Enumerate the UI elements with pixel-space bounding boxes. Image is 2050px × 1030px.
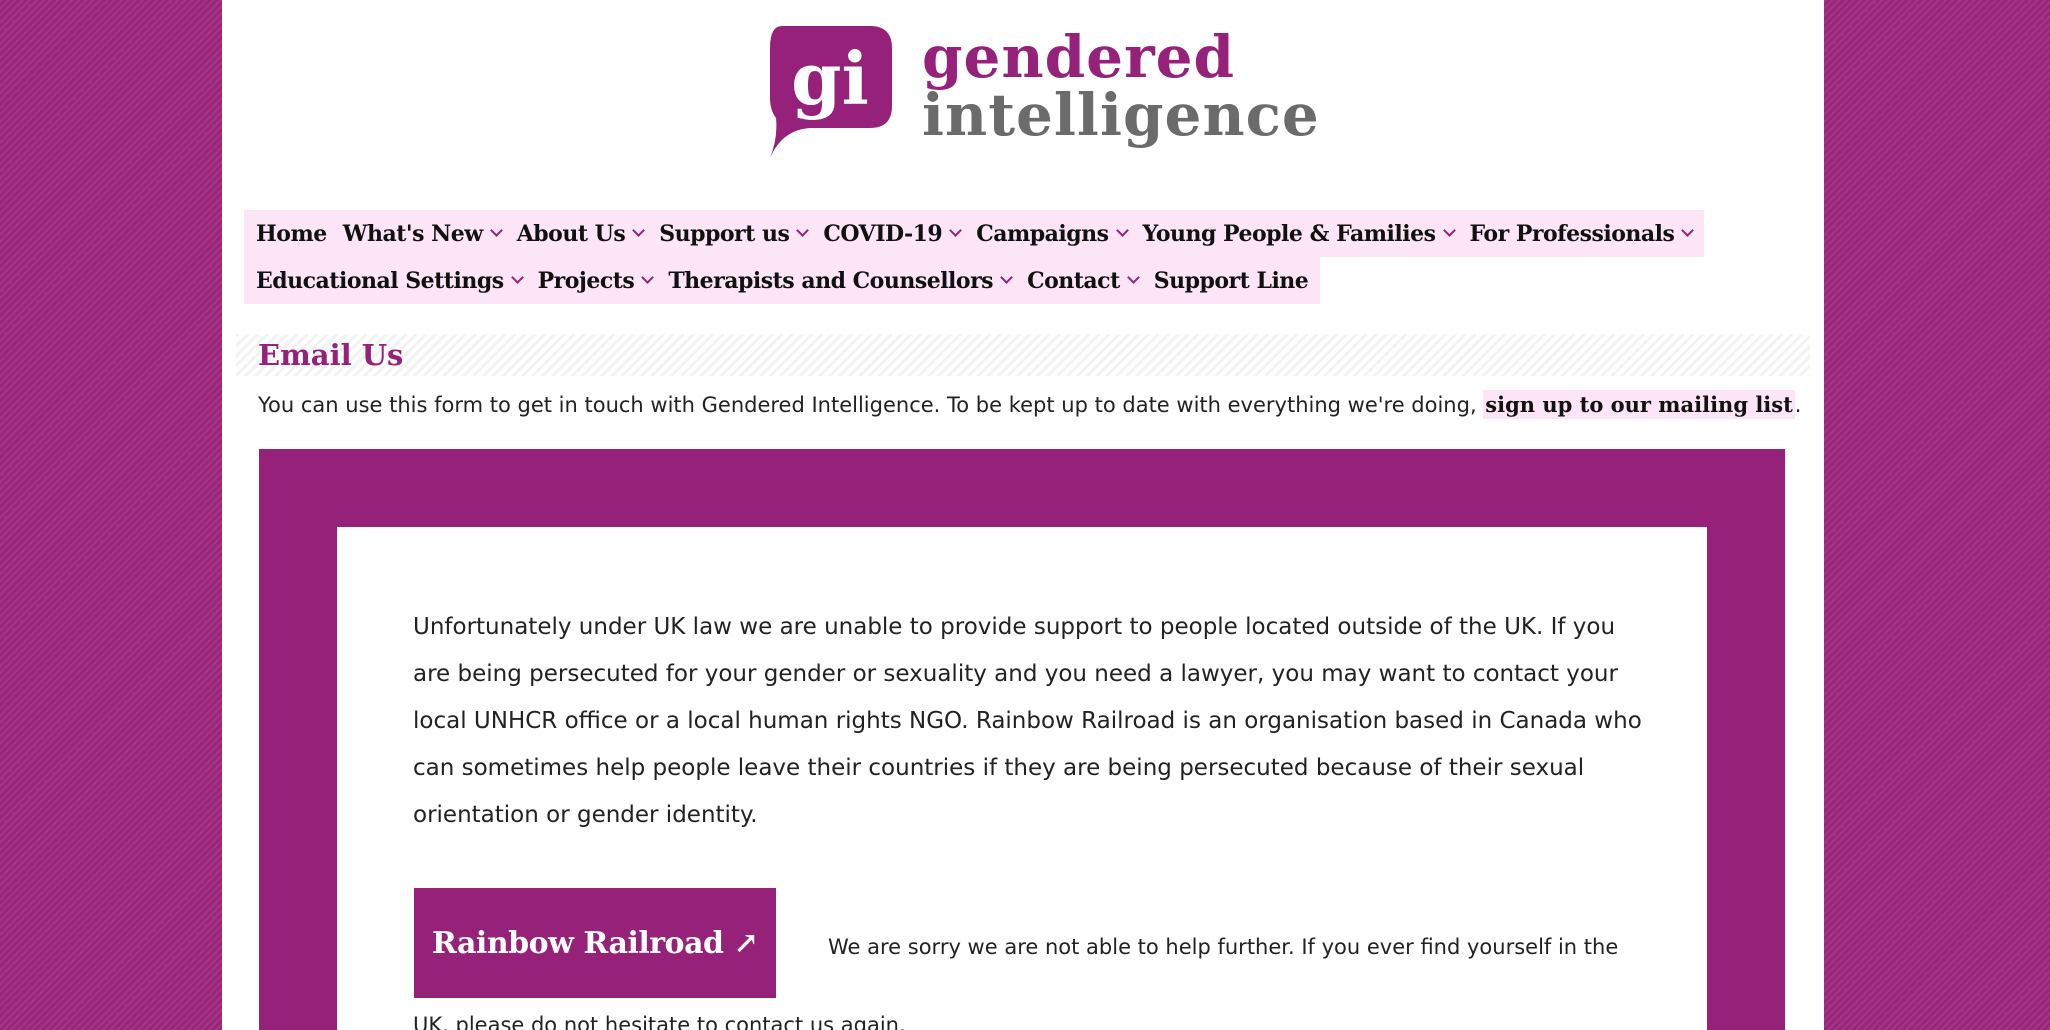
chevron-down-icon — [1000, 271, 1013, 284]
nav-item-label: About Us — [516, 220, 626, 247]
nav-item-label: Educational Settings — [256, 267, 504, 294]
chevron-down-icon — [796, 224, 810, 237]
nav-item-what-s-new[interactable]: What's New — [335, 210, 509, 257]
nav-item-label: Campaigns — [976, 220, 1109, 247]
nav-item-young-people-and-families[interactable]: Young People & Families — [1135, 210, 1462, 257]
logo-mark-text: gi — [791, 36, 869, 121]
rainbow-railroad-button[interactable]: Rainbow Railroad ↗ — [414, 888, 776, 998]
nav-bar-row-1: Home What's New About Us Support us COVID-19… — [244, 210, 1705, 257]
nav-item-about-us[interactable]: About Us — [509, 210, 652, 257]
nav-item-label: Support us — [659, 220, 790, 247]
page-title: Email Us — [258, 338, 404, 372]
mailing-list-link[interactable]: sign up to our mailing list — [1483, 390, 1795, 419]
chevron-down-icon — [1442, 224, 1456, 237]
logo-mark: gi — [770, 26, 892, 158]
chevron-down-icon — [1681, 224, 1695, 237]
nav-item-label: Home — [256, 220, 327, 247]
nav-item-therapists-and-counsellors[interactable]: Therapists and Counsellors — [660, 257, 1019, 304]
nav-item-label: What's New — [342, 220, 483, 247]
rainbow-railroad-label: Rainbow Railroad — [431, 925, 724, 961]
page-container: gi gendered intelligence Home What's New A… — [222, 0, 1824, 1030]
intro-end: . — [1794, 393, 1802, 417]
external-link-icon: ↗ — [733, 925, 759, 961]
logo-word-intelligence: intelligence — [922, 81, 1320, 149]
nav-item-campaigns[interactable]: Campaigns — [968, 210, 1134, 257]
heading-band — [236, 334, 1810, 376]
nav-item-support-us[interactable]: Support us — [651, 210, 815, 257]
chevron-down-icon — [632, 224, 646, 237]
chevron-down-icon — [949, 224, 963, 237]
chevron-down-icon — [510, 271, 524, 284]
nav-item-home[interactable]: Home — [248, 210, 335, 257]
nav-item-label: Contact — [1027, 267, 1120, 294]
nav-item-for-professionals[interactable]: For Professionals — [1462, 210, 1701, 257]
main-navigation: Home What's New About Us Support us COVID-19… — [244, 210, 1804, 304]
nav-item-label: COVID-19 — [823, 220, 943, 247]
nav-item-support-line[interactable]: Support Line — [1146, 257, 1317, 304]
intro-paragraph: You can use this form to get in touch wi… — [258, 388, 1801, 422]
chevron-down-icon — [641, 271, 655, 284]
site-logo[interactable]: gi gendered intelligence — [762, 18, 1322, 158]
nav-item-label: Projects — [537, 267, 635, 294]
nav-item-contact[interactable]: Contact — [1019, 257, 1146, 304]
notice-paragraph: Unfortunately under UK law we are unable… — [413, 614, 1642, 828]
logo-word-gendered: gendered — [922, 23, 1236, 91]
chevron-down-icon — [1115, 224, 1129, 237]
nav-row-1: Home What's New About Us Support us COVID-19… — [244, 210, 1804, 257]
nav-item-projects[interactable]: Projects — [530, 257, 661, 304]
sorry-text-line-1: We are sorry we are not able to help fur… — [828, 935, 1619, 959]
nav-item-label: For Professionals — [1469, 220, 1675, 247]
nav-item-label: Support Line — [1153, 267, 1309, 294]
nav-item-label: Therapists and Counsellors — [668, 267, 994, 294]
intro-text: You can use this form to get in touch wi… — [258, 393, 1484, 417]
nav-row-2: Educational Settings Projects Therapists a… — [244, 257, 1804, 304]
nav-item-educational-settings[interactable]: Educational Settings — [248, 257, 530, 304]
sorry-text-line-2: UK, please do not hesitate to contact us… — [413, 1013, 906, 1030]
nav-item-covid-19[interactable]: COVID-19 — [815, 210, 968, 257]
nav-item-label: Young People & Families — [1142, 220, 1436, 247]
chevron-down-icon — [489, 224, 503, 237]
nav-bar-row-2: Educational Settings Projects Therapists a… — [244, 257, 1321, 304]
chevron-down-icon — [1126, 271, 1140, 284]
